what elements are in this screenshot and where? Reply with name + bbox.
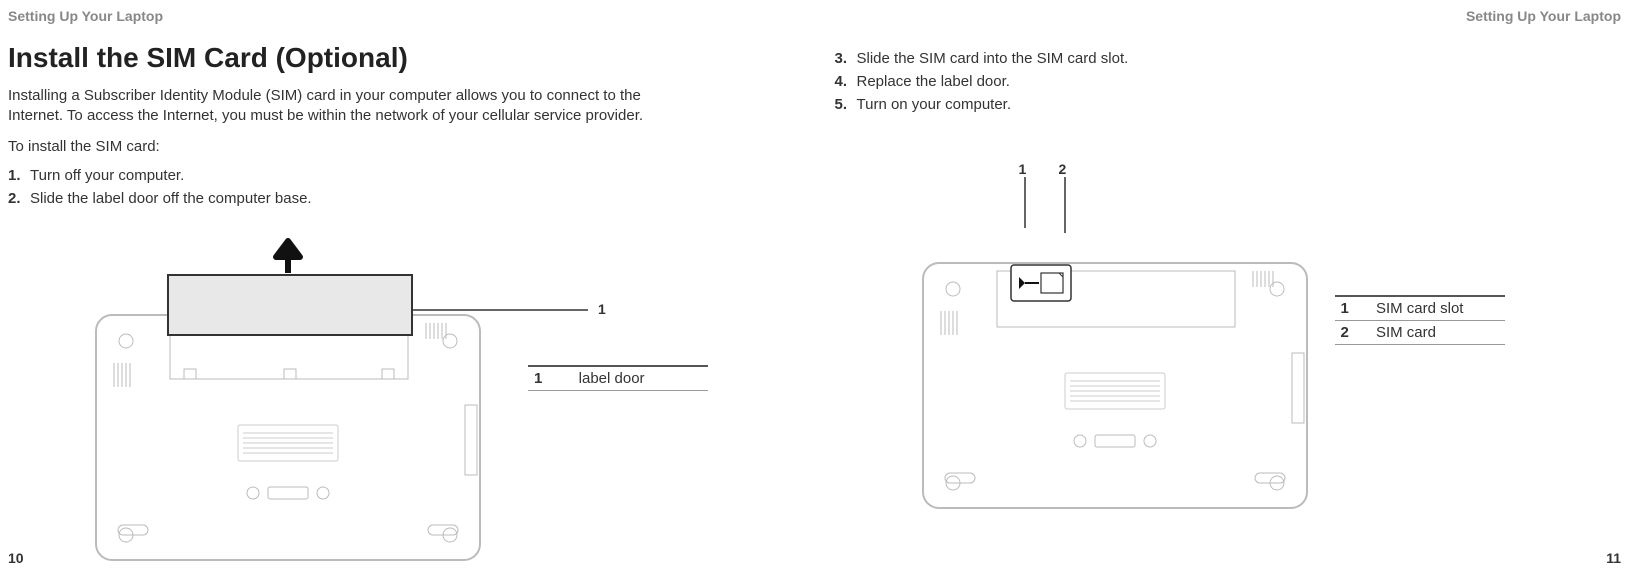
- callout-number-1: 1: [598, 301, 606, 317]
- step-text: Turn off your computer.: [30, 167, 795, 184]
- legend-row: 1 label door: [528, 366, 708, 391]
- step-2: 2. Slide the label door off the computer…: [8, 190, 795, 207]
- legend-label: SIM card slot: [1370, 296, 1505, 321]
- diagram-right: 1 2 1 SIM card slot 2 SIM card: [835, 173, 1622, 513]
- steps-left: 1. Turn off your computer. 2. Slide the …: [8, 167, 795, 207]
- legend-right: 1 SIM card slot 2 SIM card: [1335, 295, 1505, 345]
- step-number: 3.: [835, 50, 857, 67]
- step-number: 5.: [835, 96, 857, 113]
- step-number: 1.: [8, 167, 30, 184]
- page-left: Setting Up Your Laptop Install the SIM C…: [0, 0, 815, 570]
- step-text: Replace the label door.: [857, 73, 1622, 90]
- diagram-left: 1 1 label door: [8, 225, 795, 565]
- step-number: 4.: [835, 73, 857, 90]
- legend-label: SIM card: [1370, 321, 1505, 345]
- intro-text: Installing a Subscriber Identity Module …: [8, 86, 648, 127]
- section-title: Install the SIM Card (Optional): [8, 42, 795, 74]
- step-3: 3. Slide the SIM card into the SIM card …: [835, 50, 1622, 67]
- callout-number-1: 1: [1019, 161, 1027, 177]
- callout-line-1: [88, 225, 608, 355]
- callout-number-2: 2: [1059, 161, 1067, 177]
- laptop-bottom-illustration-sim: [915, 213, 1315, 513]
- legend-left: 1 label door: [528, 365, 708, 391]
- lead-text: To install the SIM card:: [8, 137, 648, 157]
- step-5: 5. Turn on your computer.: [835, 96, 1622, 113]
- legend-label: label door: [573, 366, 708, 391]
- page-number-right: 11: [1606, 550, 1621, 566]
- step-number: 2.: [8, 190, 30, 207]
- step-4: 4. Replace the label door.: [835, 73, 1622, 90]
- legend-num: 2: [1335, 321, 1370, 345]
- steps-right: 3. Slide the SIM card into the SIM card …: [835, 50, 1622, 113]
- step-text: Slide the label door off the computer ba…: [30, 190, 795, 207]
- step-1: 1. Turn off your computer.: [8, 167, 795, 184]
- legend-num: 1: [1335, 296, 1370, 321]
- step-text: Slide the SIM card into the SIM card slo…: [857, 50, 1622, 67]
- page-header-right: Setting Up Your Laptop: [835, 8, 1622, 24]
- legend-row: 2 SIM card: [1335, 321, 1505, 345]
- step-text: Turn on your computer.: [857, 96, 1622, 113]
- callout-lines-right: [915, 173, 1115, 233]
- legend-row: 1 SIM card slot: [1335, 296, 1505, 321]
- page-header-left: Setting Up Your Laptop: [8, 8, 795, 24]
- legend-num: 1: [528, 366, 573, 391]
- page-right: Setting Up Your Laptop 3. Slide the SIM …: [815, 0, 1629, 570]
- page-number-left: 10: [8, 550, 24, 566]
